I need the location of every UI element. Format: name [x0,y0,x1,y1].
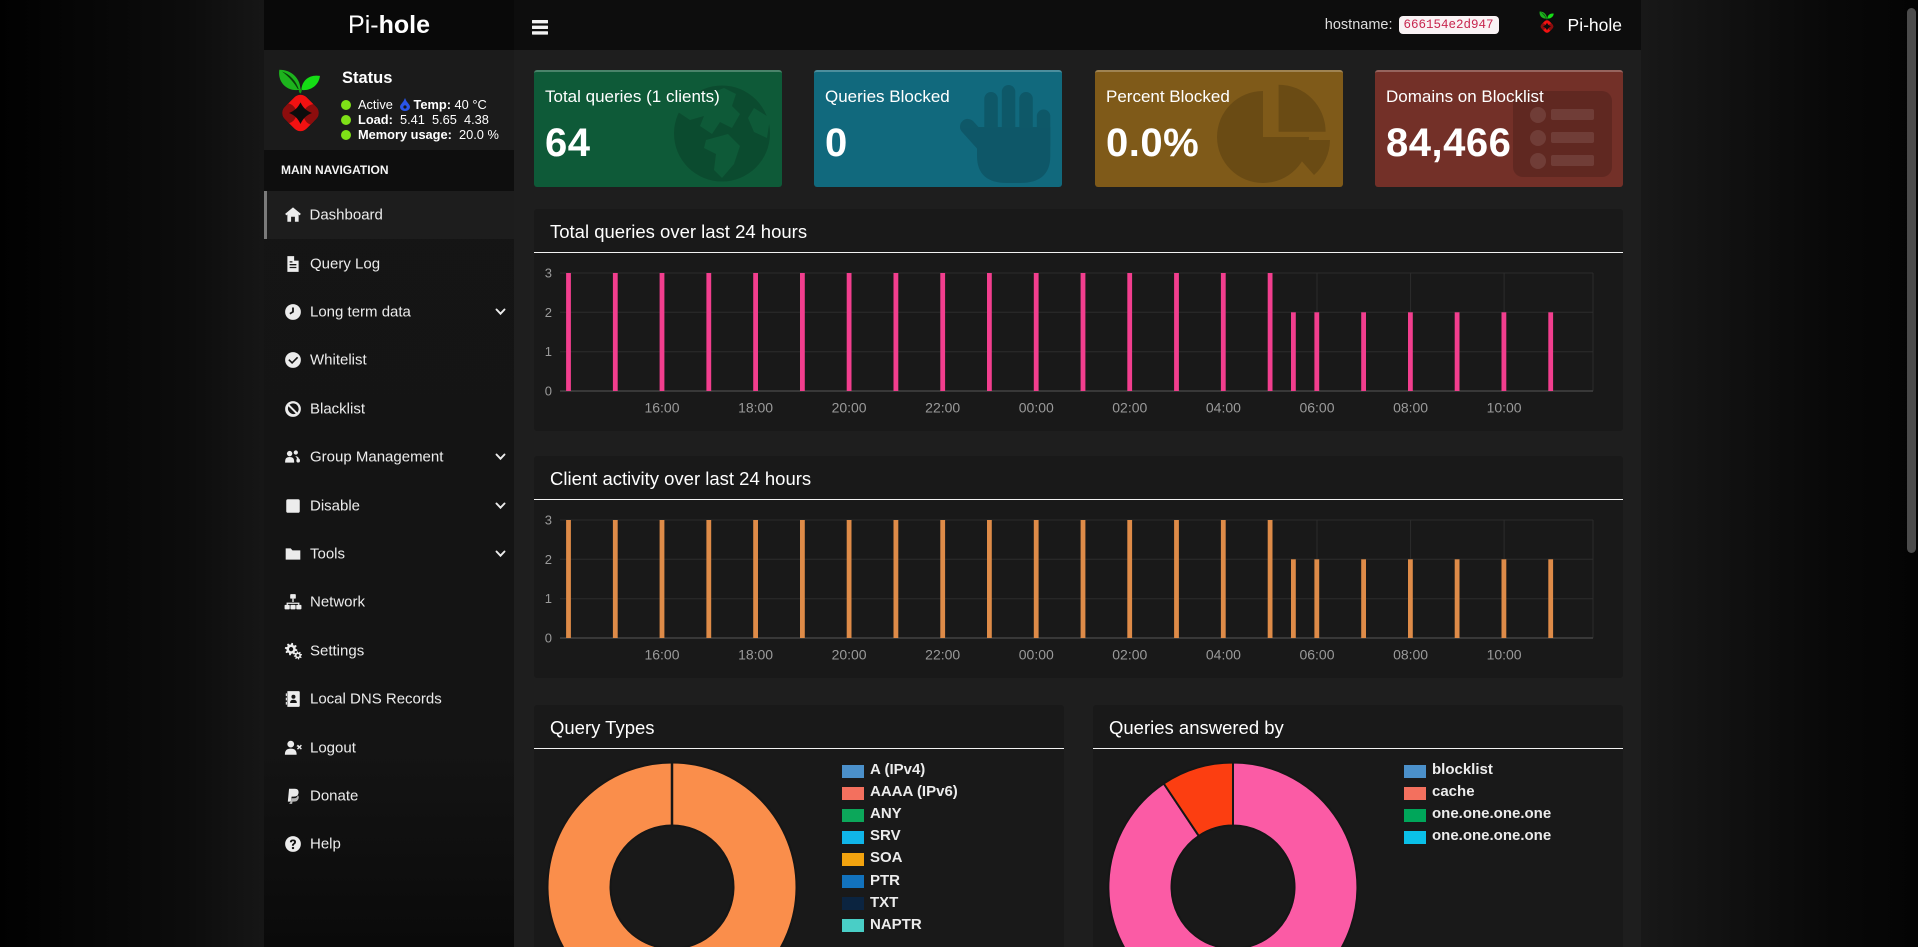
svg-text:20:00: 20:00 [832,400,867,416]
svg-text:1: 1 [545,344,552,359]
svg-text:0: 0 [545,384,552,399]
svg-text:22:00: 22:00 [925,647,960,663]
svg-text:20:00: 20:00 [832,647,867,663]
svg-text:16:00: 16:00 [644,647,679,663]
svg-text:10:00: 10:00 [1487,400,1522,416]
svg-text:04:00: 04:00 [1206,400,1241,416]
svg-text:06:00: 06:00 [1299,647,1334,663]
svg-text:18:00: 18:00 [738,647,773,663]
svg-text:10:00: 10:00 [1487,647,1522,663]
svg-text:02:00: 02:00 [1112,647,1147,663]
svg-text:08:00: 08:00 [1393,647,1428,663]
svg-text:18:00: 18:00 [738,400,773,416]
svg-text:3: 3 [545,266,552,281]
svg-text:08:00: 08:00 [1393,400,1428,416]
svg-text:02:00: 02:00 [1112,400,1147,416]
svg-text:3: 3 [545,513,552,528]
svg-text:06:00: 06:00 [1299,400,1334,416]
svg-text:04:00: 04:00 [1206,647,1241,663]
svg-text:22:00: 22:00 [925,400,960,416]
svg-text:1: 1 [545,591,552,606]
svg-text:00:00: 00:00 [1019,400,1054,416]
svg-text:0: 0 [545,631,552,646]
svg-text:2: 2 [545,552,552,567]
svg-text:00:00: 00:00 [1019,647,1054,663]
svg-text:2: 2 [545,305,552,320]
svg-text:16:00: 16:00 [644,400,679,416]
